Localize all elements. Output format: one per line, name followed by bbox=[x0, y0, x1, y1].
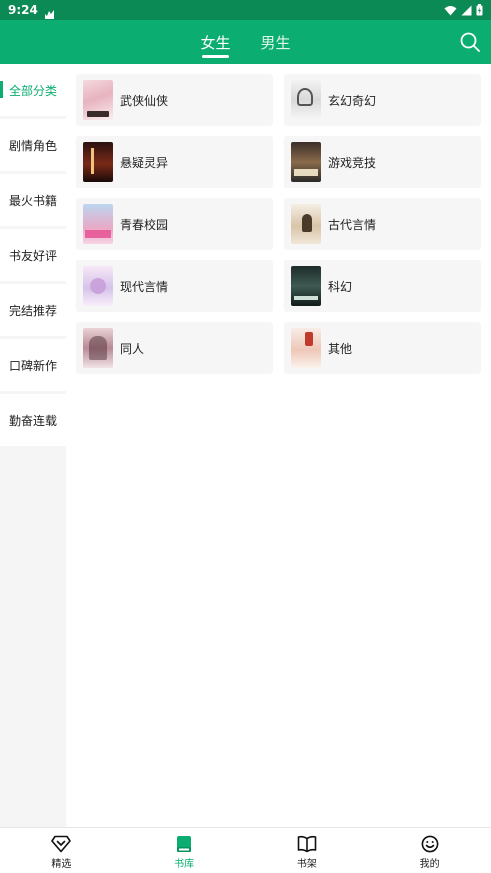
book-cover-image bbox=[291, 142, 321, 182]
nav-label: 书架 bbox=[296, 859, 317, 870]
sidebar-item-completed[interactable]: 完结推荐 bbox=[0, 284, 66, 339]
nav-label: 书库 bbox=[174, 859, 195, 870]
book-cover-image bbox=[83, 266, 113, 306]
tab-male[interactable]: 男生 bbox=[261, 20, 291, 64]
category-card[interactable]: 古代言情 bbox=[284, 198, 481, 250]
category-name: 悬疑灵异 bbox=[120, 155, 169, 170]
category-card[interactable]: 武侠仙侠 bbox=[76, 74, 273, 126]
nav-label: 我的 bbox=[419, 859, 440, 870]
category-name: 同人 bbox=[120, 341, 145, 356]
notification-icon bbox=[44, 5, 55, 19]
sidebar-item-label: 勤奋连载 bbox=[8, 413, 57, 428]
book-icon bbox=[177, 836, 192, 852]
category-card[interactable]: 同人 bbox=[76, 322, 273, 374]
diamond-icon bbox=[51, 835, 72, 853]
sidebar-item-label: 完结推荐 bbox=[8, 303, 57, 318]
category-name: 现代言情 bbox=[120, 279, 169, 294]
category-grid: 武侠仙侠 玄幻奇幻 悬疑灵异 游戏竞技 青春校园 古代言情 现代言情 科幻 同人… bbox=[76, 74, 481, 374]
category-card[interactable]: 游戏竞技 bbox=[284, 136, 481, 188]
wifi-icon bbox=[444, 5, 457, 15]
status-time: 9:24 bbox=[8, 3, 38, 17]
book-cover-image bbox=[291, 328, 321, 368]
category-card[interactable]: 青春校园 bbox=[76, 198, 273, 250]
sidebar-item-label: 书友好评 bbox=[8, 248, 57, 263]
sidebar-item-new-acclaimed[interactable]: 口碑新作 bbox=[0, 339, 66, 394]
sidebar-item-label: 口碑新作 bbox=[8, 358, 57, 373]
status-icons bbox=[444, 4, 483, 16]
sidebar-item-label: 全部分类 bbox=[8, 83, 57, 98]
nav-bookshelf[interactable]: 书架 bbox=[246, 828, 369, 873]
book-cover-image bbox=[83, 204, 113, 244]
open-book-icon bbox=[297, 835, 317, 853]
category-card[interactable]: 现代言情 bbox=[76, 260, 273, 312]
book-cover-image bbox=[291, 80, 321, 120]
sidebar-item-hottest[interactable]: 最火书籍 bbox=[0, 174, 66, 229]
book-cover-image bbox=[291, 204, 321, 244]
tab-female-label: 女生 bbox=[200, 34, 231, 52]
category-card[interactable]: 玄幻奇幻 bbox=[284, 74, 481, 126]
sidebar-item-label: 剧情角色 bbox=[8, 138, 57, 153]
category-name: 科幻 bbox=[328, 279, 353, 294]
category-name: 游戏竞技 bbox=[328, 155, 377, 170]
category-name: 武侠仙侠 bbox=[120, 93, 169, 108]
category-card[interactable]: 科幻 bbox=[284, 260, 481, 312]
tab-active-indicator bbox=[202, 55, 229, 58]
tab-male-label: 男生 bbox=[260, 34, 291, 52]
smiley-icon bbox=[421, 835, 439, 853]
gender-tabs: 女生 男生 bbox=[0, 20, 491, 64]
category-name: 古代言情 bbox=[328, 217, 377, 232]
category-card[interactable]: 其他 bbox=[284, 322, 481, 374]
sidebar-item-well-reviewed[interactable]: 书友好评 bbox=[0, 229, 66, 284]
sidebar-item-serializing[interactable]: 勤奋连载 bbox=[0, 394, 66, 449]
book-cover-image bbox=[83, 142, 113, 182]
sidebar-item-all[interactable]: 全部分类 bbox=[0, 64, 66, 119]
book-cover-image bbox=[291, 266, 321, 306]
nav-library[interactable]: 书库 bbox=[123, 828, 246, 873]
signal-icon bbox=[461, 5, 472, 15]
category-name: 青春校园 bbox=[120, 217, 169, 232]
nav-featured[interactable]: 精选 bbox=[0, 828, 123, 873]
book-cover-image bbox=[83, 328, 113, 368]
status-bar: 9:24 bbox=[0, 0, 491, 20]
battery-icon bbox=[476, 4, 483, 16]
sidebar-item-label: 最火书籍 bbox=[8, 193, 57, 208]
search-icon[interactable] bbox=[459, 31, 481, 53]
category-sidebar: 全部分类 剧情角色 最火书籍 书友好评 完结推荐 口碑新作 勤奋连载 bbox=[0, 64, 66, 827]
nav-label: 精选 bbox=[51, 859, 72, 870]
tab-female[interactable]: 女生 bbox=[200, 20, 231, 64]
category-content: 武侠仙侠 玄幻奇幻 悬疑灵异 游戏竞技 青春校园 古代言情 现代言情 科幻 同人… bbox=[66, 64, 491, 827]
category-name: 其他 bbox=[328, 341, 353, 356]
category-name: 玄幻奇幻 bbox=[328, 93, 377, 108]
book-cover-image bbox=[83, 80, 113, 120]
top-header: 女生 男生 bbox=[0, 20, 491, 64]
nav-profile[interactable]: 我的 bbox=[368, 828, 491, 873]
sidebar-item-plot-roles[interactable]: 剧情角色 bbox=[0, 119, 66, 174]
category-card[interactable]: 悬疑灵异 bbox=[76, 136, 273, 188]
bottom-nav: 精选 书库 书架 我的 bbox=[0, 827, 491, 873]
